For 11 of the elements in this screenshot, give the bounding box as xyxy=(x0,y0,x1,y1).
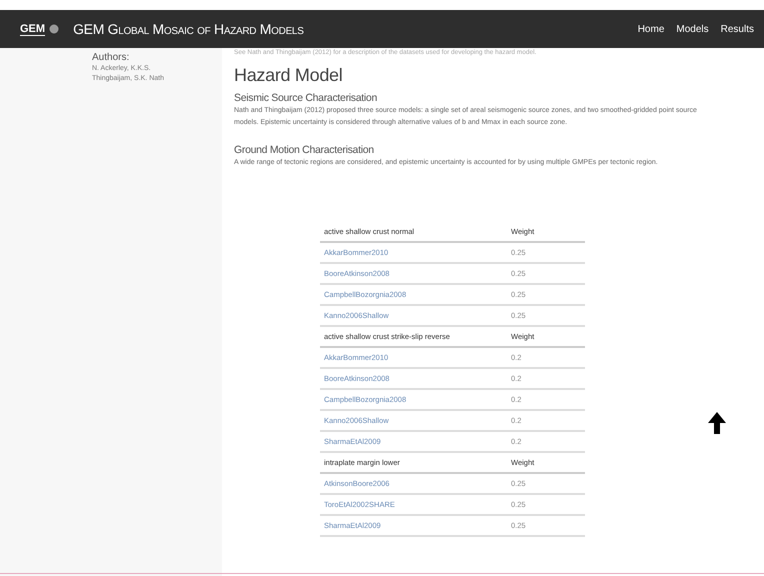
section-heading: Seismic Source Characterisation xyxy=(234,92,378,104)
section-heading: Ground Motion Characterisation xyxy=(234,144,375,156)
site-title: GEM Global Mosaic of Hazard Models xyxy=(73,21,305,37)
logo[interactable]: GEM xyxy=(20,22,46,36)
nav-link[interactable]: Results xyxy=(720,24,754,34)
globe-icon xyxy=(49,24,60,34)
nav-link[interactable]: Models xyxy=(676,24,709,34)
authors-heading: Authors: xyxy=(92,52,130,63)
nav-link[interactable]: Home xyxy=(638,24,664,34)
page-heading: Hazard Model xyxy=(234,64,344,86)
up-arrow-icon[interactable] xyxy=(708,412,726,434)
